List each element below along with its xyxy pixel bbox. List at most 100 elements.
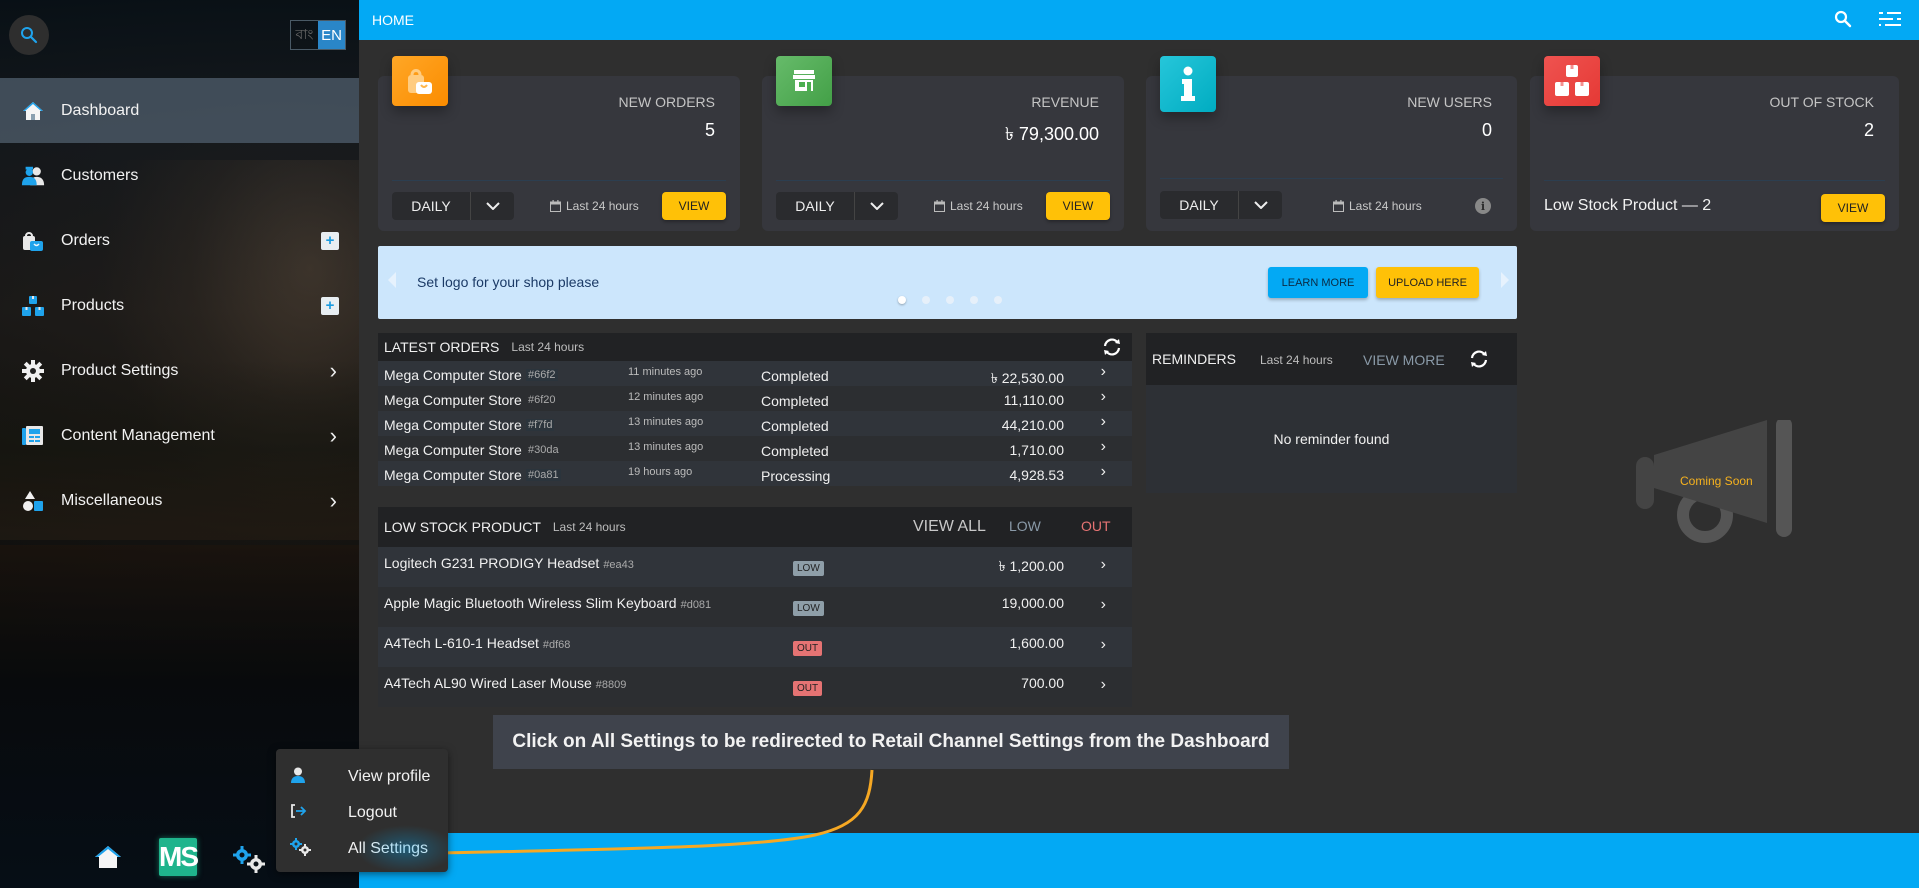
sidebar-item-orders[interactable]: Orders +: [0, 208, 359, 273]
tab-out[interactable]: OUT: [1081, 518, 1111, 534]
menu-label: Logout: [348, 804, 397, 821]
sidebar-item-label: Customers: [61, 166, 139, 184]
stock-badge: OUT: [793, 681, 823, 696]
order-row[interactable]: Mega Computer Store #66f2 11 minutes ago…: [378, 361, 1132, 386]
carousel-dot[interactable]: [922, 296, 930, 304]
order-id: #30da: [528, 444, 559, 456]
bottom-settings-button[interactable]: [232, 845, 266, 878]
product-row[interactable]: A4Tech L-610-1 Headset #df68 OUT 1,600.00…: [378, 627, 1132, 667]
chevron-right-icon[interactable]: ›: [1101, 676, 1106, 694]
add-product-button[interactable]: +: [321, 296, 339, 315]
sidebar-item-dashboard[interactable]: Dashboard: [0, 78, 359, 143]
view-stock-button[interactable]: VIEW: [1821, 194, 1885, 222]
card-divider: [1544, 180, 1885, 181]
product-row[interactable]: Logitech G231 PRODIGY Headset #ea43 LOW ৳…: [378, 547, 1132, 587]
view-revenue-button[interactable]: VIEW: [1046, 192, 1110, 220]
product-row[interactable]: A4Tech AL90 Wired Laser Mouse #8809 OUT 7…: [378, 667, 1132, 707]
menu-item-view-profile[interactable]: View profile: [276, 759, 448, 795]
chevron-right-icon[interactable]: ›: [1101, 363, 1106, 381]
order-row[interactable]: Mega Computer Store #30da 13 minutes ago…: [378, 436, 1132, 461]
footer-bar: [359, 833, 1919, 888]
carousel-next-icon[interactable]: [1501, 272, 1509, 288]
carousel-dot[interactable]: [994, 296, 1002, 304]
view-all-link[interactable]: VIEW ALL: [913, 518, 986, 536]
tab-low[interactable]: LOW: [1009, 518, 1041, 534]
language-toggle[interactable]: বাং EN: [290, 20, 346, 50]
sidebar-item-customers[interactable]: Customers: [0, 143, 359, 208]
chevron-down-icon[interactable]: [855, 192, 898, 220]
menu-item-all-settings[interactable]: All Settings: [276, 825, 456, 873]
product-row[interactable]: Apple Magic Bluetooth Wireless Slim Keyb…: [378, 587, 1132, 627]
carousel-dot[interactable]: [970, 296, 978, 304]
order-row[interactable]: Mega Computer Store #0a81 19 hours ago P…: [378, 461, 1132, 486]
chevron-right-icon[interactable]: ›: [1101, 388, 1106, 406]
chevron-right-icon[interactable]: ›: [330, 358, 337, 384]
upload-here-button[interactable]: UPLOAD HERE: [1376, 267, 1479, 298]
info-circle-icon[interactable]: i: [1475, 198, 1491, 214]
sidebar-item-miscellaneous[interactable]: Miscellaneous ›: [0, 468, 359, 533]
chevron-right-icon[interactable]: ›: [1101, 413, 1106, 431]
order-row[interactable]: Mega Computer Store #6f20 12 minutes ago…: [378, 386, 1132, 411]
range-label: Last 24 hours: [1349, 199, 1422, 213]
home-icon: [95, 846, 121, 868]
coming-soon-widget: Coming Soon: [1630, 417, 1800, 545]
refresh-orders-button[interactable]: [1102, 337, 1122, 362]
period-select[interactable]: DAILY: [1160, 191, 1282, 219]
stat-card-new-users: NEW USERS 0 DAILY Last 24 hours i: [1146, 56, 1517, 231]
card-value: ৳ 79,300.00: [1004, 124, 1099, 144]
topbar-search-button[interactable]: [1834, 10, 1852, 33]
language-bn[interactable]: বাং: [291, 21, 318, 49]
product-price: 700.00: [1021, 675, 1064, 691]
add-order-button[interactable]: +: [321, 231, 339, 250]
latest-orders-panel: LATEST ORDERS Last 24 hours Mega Compute…: [378, 333, 1132, 486]
chevron-right-icon[interactable]: ›: [1101, 438, 1106, 456]
date-range: Last 24 hours: [550, 199, 639, 213]
order-id: #0a81: [526, 469, 561, 481]
refresh-reminders-button[interactable]: [1469, 349, 1489, 374]
bottom-home-button[interactable]: [94, 845, 122, 874]
product-title: A4Tech AL90 Wired Laser Mouse: [384, 675, 592, 691]
stat-card-out-of-stock: OUT OF STOCK 2 Low Stock Product — 2 VIE…: [1530, 56, 1899, 231]
sidebar-item-products[interactable]: Products +: [0, 273, 359, 338]
stock-badge: OUT: [793, 641, 823, 656]
chevron-down-icon[interactable]: [471, 192, 514, 220]
menu-item-logout[interactable]: Logout: [276, 795, 448, 831]
store-logo[interactable]: MS: [159, 838, 199, 876]
card-title: NEW ORDERS: [618, 94, 715, 110]
learn-more-button[interactable]: LEARN MORE: [1268, 267, 1368, 298]
range-label: Last 24 hours: [950, 199, 1023, 213]
carousel-dot[interactable]: [946, 296, 954, 304]
sidebar-item-label: Dashboard: [61, 101, 140, 119]
chevron-right-icon[interactable]: ›: [1101, 636, 1106, 654]
view-orders-button[interactable]: VIEW: [662, 192, 726, 220]
product-title: Apple Magic Bluetooth Wireless Slim Keyb…: [384, 595, 677, 611]
chevron-right-icon[interactable]: ›: [1101, 596, 1106, 614]
carousel-dot[interactable]: [898, 296, 906, 304]
chevron-right-icon[interactable]: ›: [1101, 556, 1106, 574]
period-select[interactable]: DAILY: [392, 192, 514, 220]
sidebar-item-label: Miscellaneous: [61, 491, 163, 509]
carousel-prev-icon[interactable]: [388, 272, 396, 288]
menu-label: View profile: [348, 768, 431, 785]
order-row[interactable]: Mega Computer Store #f7fd 13 minutes ago…: [378, 411, 1132, 436]
chevron-right-icon[interactable]: ›: [330, 488, 337, 514]
card-divider: [776, 180, 1110, 181]
language-en[interactable]: EN: [318, 21, 345, 49]
date-range: Last 24 hours: [1333, 199, 1422, 213]
period-select[interactable]: DAILY: [776, 192, 898, 220]
sidebar-item-content-management[interactable]: Content Management ›: [0, 403, 359, 468]
sidebar-item-product-settings[interactable]: Product Settings ›: [0, 338, 359, 403]
chevron-right-icon[interactable]: ›: [330, 423, 337, 449]
gears-icon: [290, 837, 312, 861]
order-time: 11 minutes ago: [628, 366, 703, 378]
sidebar-header: বাং EN: [0, 0, 359, 78]
sidebar-search-button[interactable]: [9, 15, 49, 55]
topbar-menu-button[interactable]: [1879, 10, 1901, 33]
chevron-right-icon[interactable]: ›: [1101, 463, 1106, 481]
panel-header: LOW STOCK PRODUCT Last 24 hours VIEW ALL…: [378, 507, 1132, 547]
order-status: Completed: [761, 368, 829, 384]
view-more-link[interactable]: VIEW MORE: [1363, 352, 1445, 368]
card-value: 5: [704, 120, 715, 140]
user-menu: View profile Logout All Settings: [276, 749, 456, 873]
chevron-down-icon[interactable]: [1239, 191, 1282, 219]
